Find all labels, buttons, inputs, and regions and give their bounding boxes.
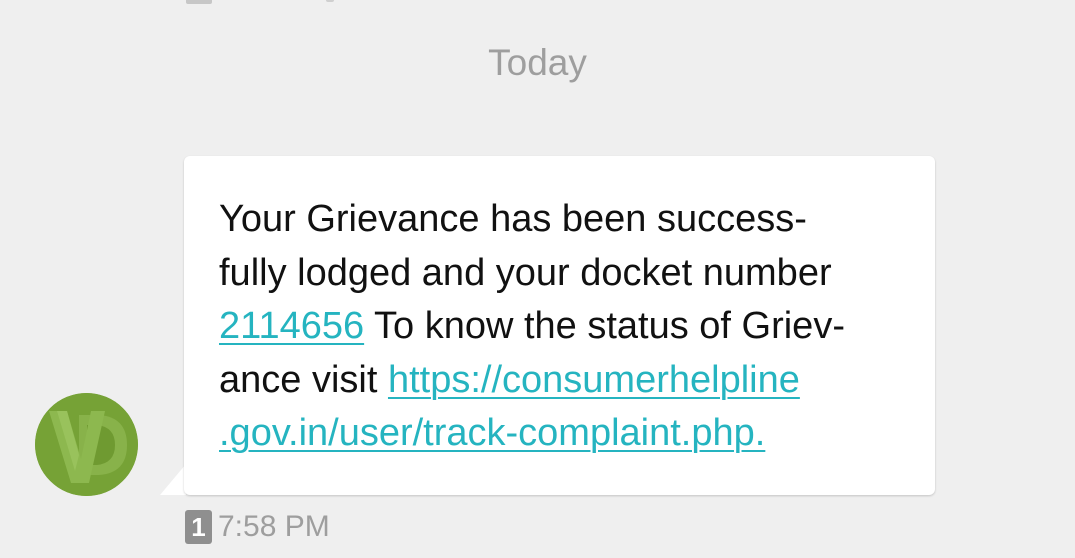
message-timestamp: 7:58 PM bbox=[218, 510, 330, 543]
message-meta: 1 7:58 PM bbox=[185, 508, 330, 546]
tracking-url-link-part2[interactable]: .gov.in/user/track-complaint.php. bbox=[219, 412, 765, 454]
message-line-5: .gov.in/user/track-complaint.php. bbox=[219, 407, 919, 461]
message-line-4: ance visit https://consumerhelpline bbox=[219, 354, 919, 408]
top-remnant-dot bbox=[326, 0, 334, 2]
message-text: Your Grievance has been success- fully l… bbox=[219, 193, 919, 461]
top-remnant-icon bbox=[186, 0, 212, 4]
message-line-3: 2114656 To know the status of Griev- bbox=[219, 300, 919, 354]
sender-avatar[interactable] bbox=[35, 393, 138, 496]
sim-slot-badge: 1 bbox=[185, 510, 212, 544]
message-line-2: fully lodged and your docket number bbox=[219, 251, 832, 294]
message-line-4-prefix: ance visit bbox=[219, 358, 388, 401]
docket-number-link[interactable]: 2114656 bbox=[219, 305, 364, 347]
vd-logo-icon bbox=[35, 393, 138, 496]
message-line-3-rest: To know the status of Griev- bbox=[364, 305, 845, 347]
date-divider: Today bbox=[488, 42, 587, 83]
message-bubble-tail bbox=[160, 464, 186, 495]
tracking-url-link-part1[interactable]: https://consumerhelpline bbox=[388, 359, 800, 401]
message-line-1: Your Grievance has been success- bbox=[219, 198, 807, 240]
